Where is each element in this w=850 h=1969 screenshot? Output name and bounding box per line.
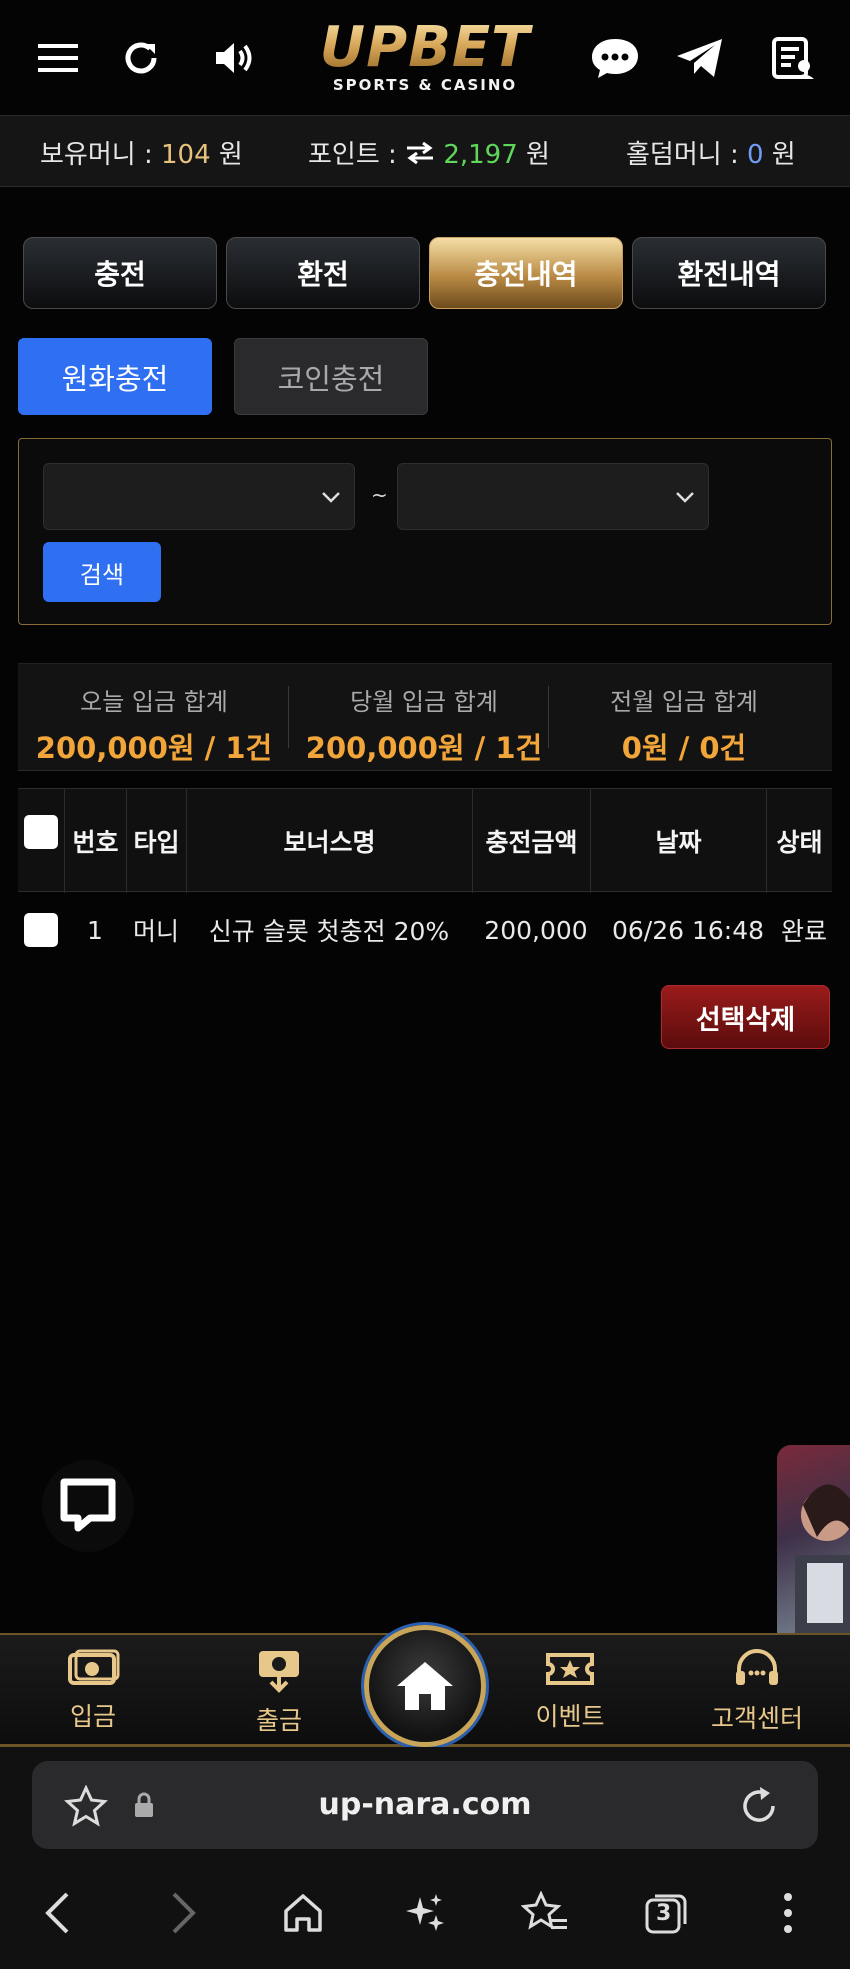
- summary-value: 0원 / 0건: [621, 731, 747, 765]
- back-icon[interactable]: [30, 1885, 86, 1941]
- tab-charge-history[interactable]: 충전내역: [429, 237, 623, 309]
- sparkle-icon[interactable]: [396, 1885, 452, 1941]
- summary-value: 200,000원 / 1건: [35, 731, 273, 765]
- money-unit: 원: [218, 140, 243, 170]
- browser-home-icon[interactable]: [275, 1885, 331, 1941]
- cell-number: 1: [87, 915, 103, 945]
- summary-divider: [288, 686, 289, 748]
- tab-count: 3: [656, 1901, 672, 1926]
- point-unit: 원: [526, 140, 550, 170]
- money-balance: 보유머니 : 104 원: [40, 134, 243, 171]
- summary-last-month: 전월 입금 합계 0원 / 0건: [554, 664, 814, 772]
- summary-label: 당월 입금 합계: [350, 688, 498, 716]
- chat-icon[interactable]: [587, 30, 643, 86]
- browser-navigation: 3: [0, 1855, 850, 1969]
- chevron-down-icon: [674, 486, 696, 512]
- cell-bonus-name: 신규 슬롯 첫충전 20%: [208, 917, 450, 946]
- col-amount: 충전금액: [472, 789, 590, 893]
- point-label: 포인트 :: [308, 140, 397, 170]
- bookmarks-icon[interactable]: [517, 1885, 573, 1941]
- col-date: 날짜: [590, 789, 766, 893]
- sound-icon[interactable]: [206, 30, 262, 86]
- telegram-icon[interactable]: [672, 30, 728, 86]
- nav-deposit[interactable]: 입금: [28, 1649, 158, 1739]
- ticket-star-icon: [505, 1649, 635, 1693]
- cell-date: 06/26 16:48: [611, 915, 765, 945]
- money-label: 보유머니 :: [40, 140, 153, 170]
- end-date-select[interactable]: [397, 463, 709, 530]
- withdraw-icon: [214, 1649, 344, 1697]
- deposit-summary: 오늘 입금 합계 200,000원 / 1건 당월 입금 합계 200,000원…: [18, 663, 832, 771]
- headset-icon: [692, 1649, 822, 1695]
- point-value: 2,197: [443, 140, 518, 170]
- tabs-icon[interactable]: 3: [638, 1885, 694, 1941]
- subtab-coin-charge[interactable]: 코인충전: [234, 338, 428, 415]
- notes-icon[interactable]: [764, 30, 820, 86]
- refresh-icon[interactable]: [113, 30, 169, 86]
- row-select-cell: [18, 900, 64, 960]
- home-icon: [397, 1662, 453, 1710]
- chevron-down-icon: [320, 486, 342, 512]
- url-text: up-nara.com: [318, 1787, 532, 1822]
- summary-divider: [548, 686, 549, 748]
- summary-label: 전월 입금 합계: [610, 688, 758, 716]
- row-checkbox[interactable]: [24, 913, 58, 947]
- nav-label: 이벤트: [535, 1702, 605, 1731]
- date-range-separator: ~: [371, 483, 388, 507]
- charge-history-table: 번호 타입 보너스명 충전금액 날짜 상태 1 머니 신규 슬롯 첫충전 20%…: [18, 788, 832, 960]
- cell-status: 완료: [780, 917, 827, 946]
- tab-exchange-history[interactable]: 환전내역: [632, 237, 826, 309]
- search-button[interactable]: 검색: [43, 542, 161, 602]
- date-search-panel: ~ 검색: [18, 438, 832, 625]
- col-bonus-name: 보너스명: [186, 789, 472, 893]
- menu-icon[interactable]: [30, 30, 86, 86]
- browser-address-area: up-nara.com: [0, 1747, 850, 1855]
- exchange-arrows-icon[interactable]: [405, 140, 443, 170]
- start-date-select[interactable]: [43, 463, 355, 530]
- table-row: 1 머니 신규 슬롯 첫충전 20% 200,000 06/26 16:48 완…: [18, 900, 832, 960]
- cell-amount: 200,000: [484, 915, 588, 945]
- select-all-checkbox[interactable]: [24, 815, 58, 849]
- summary-this-month: 당월 입금 합계 200,000원 / 1건: [294, 664, 554, 772]
- reload-icon[interactable]: [738, 1785, 780, 1831]
- subtab-won-charge[interactable]: 원화충전: [18, 338, 212, 415]
- summary-today: 오늘 입금 합계 200,000원 / 1건: [24, 664, 284, 772]
- upbet-logo[interactable]: UPBET SPORTS & CASINO: [290, 18, 560, 102]
- holdem-balance: 홀덤머니 : 0 원: [626, 134, 796, 171]
- cell-type: 머니: [132, 917, 179, 946]
- top-header: UPBET SPORTS & CASINO: [0, 0, 850, 115]
- tab-charge[interactable]: 충전: [23, 237, 217, 309]
- address-bar[interactable]: up-nara.com: [32, 1761, 818, 1849]
- table-header: 번호 타입 보너스명 충전금액 날짜 상태: [18, 788, 832, 893]
- livechat-icon[interactable]: [42, 1460, 134, 1552]
- col-status: 상태: [766, 789, 832, 893]
- nav-event[interactable]: 이벤트: [505, 1649, 635, 1739]
- nav-withdraw[interactable]: 출금: [214, 1649, 344, 1739]
- forward-icon[interactable]: [155, 1885, 211, 1941]
- holdem-unit: 원: [771, 140, 796, 170]
- nav-customer-center[interactable]: 고객센터: [692, 1649, 822, 1739]
- more-menu-icon[interactable]: [760, 1885, 816, 1941]
- point-balance[interactable]: 포인트 : 2,197 원: [308, 134, 550, 171]
- summary-value: 200,000원 / 1건: [305, 731, 543, 765]
- nav-label: 고객센터: [710, 1704, 803, 1733]
- holdem-label: 홀덤머니 :: [626, 140, 739, 170]
- tab-exchange[interactable]: 환전: [226, 237, 420, 309]
- money-value: 104: [160, 140, 211, 170]
- nav-label: 출금: [255, 1706, 302, 1735]
- home-button[interactable]: [364, 1625, 486, 1747]
- select-all-cell: [18, 789, 64, 893]
- balance-bar: 보유머니 : 104 원 포인트 : 2,197 원 홀덤머니 : 0 원: [0, 115, 850, 187]
- money-icon: [28, 1649, 158, 1693]
- col-number: 번호: [64, 789, 126, 893]
- summary-label: 오늘 입금 합계: [80, 688, 228, 716]
- delete-selected-button[interactable]: 선택삭제: [661, 985, 830, 1049]
- col-type: 타입: [126, 789, 186, 893]
- holdem-value: 0: [746, 140, 764, 170]
- nav-label: 입금: [69, 1702, 116, 1731]
